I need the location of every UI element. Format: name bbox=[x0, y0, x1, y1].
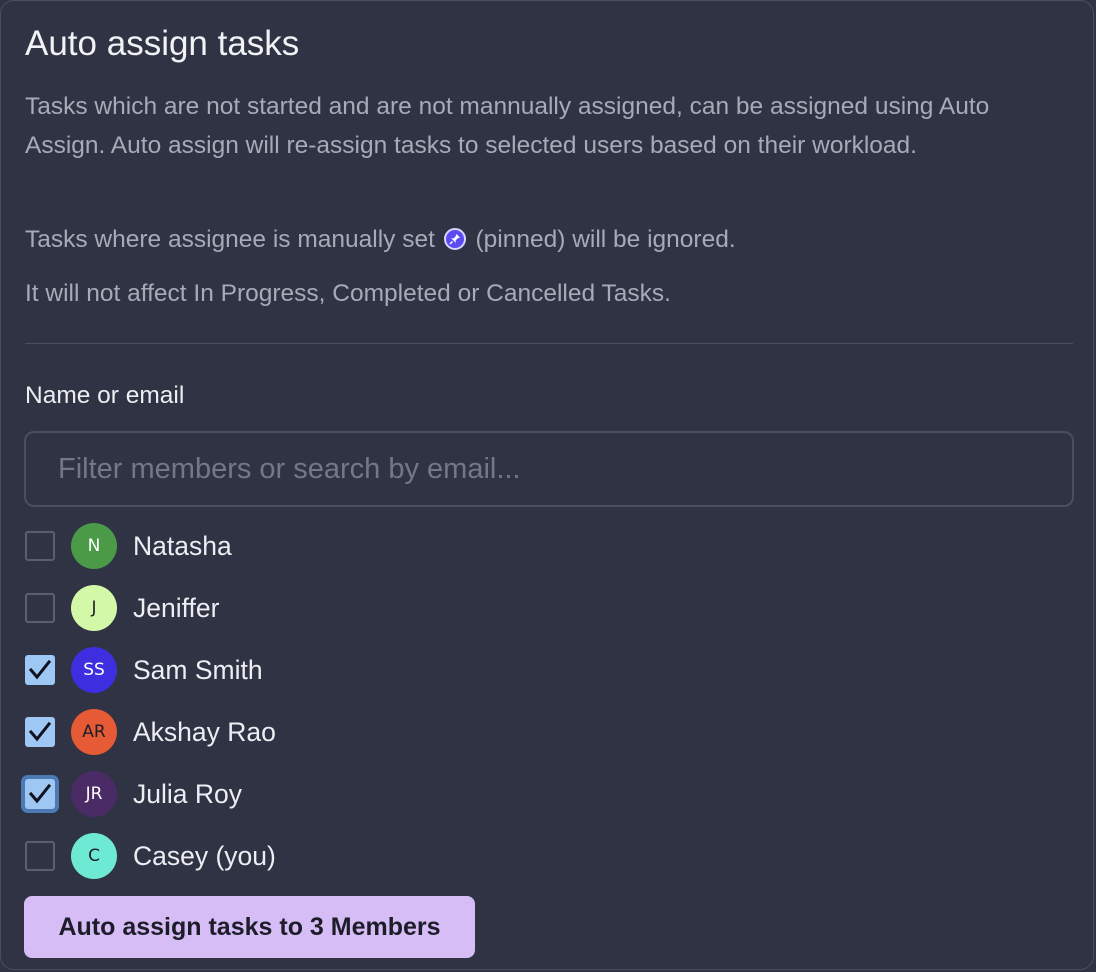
member-search-input[interactable] bbox=[26, 433, 1072, 505]
panel-title: Auto assign tasks bbox=[25, 24, 300, 63]
member-checkbox[interactable] bbox=[25, 841, 55, 871]
auto-assign-button[interactable]: Auto assign tasks to 3 Members bbox=[24, 896, 475, 958]
pin-icon bbox=[443, 228, 466, 250]
member-item-casey[interactable]: C Casey (you) bbox=[24, 832, 524, 880]
avatar: SS bbox=[71, 647, 117, 693]
avatar-initials: C bbox=[88, 846, 100, 866]
pinned-note-after: (pinned) will be ignored. bbox=[475, 226, 736, 253]
member-name: Casey (you) bbox=[133, 841, 276, 871]
member-item-julia-roy[interactable]: JR Julia Roy bbox=[24, 770, 524, 818]
pinned-note-before: Tasks where assignee is manually set bbox=[25, 226, 435, 253]
filter-field bbox=[24, 431, 1074, 507]
avatar: J bbox=[71, 585, 117, 631]
avatar-initials: JR bbox=[85, 784, 103, 804]
member-checkbox[interactable] bbox=[25, 593, 55, 623]
checkmark-icon bbox=[28, 783, 52, 804]
avatar-initials: N bbox=[87, 536, 101, 556]
description-text: Tasks which are not started and are not … bbox=[25, 93, 990, 159]
member-name: Akshay Rao bbox=[133, 717, 276, 747]
member-item-natasha[interactable]: N Natasha bbox=[24, 522, 524, 570]
filter-label: Name or email bbox=[25, 382, 185, 409]
avatar: JR bbox=[71, 771, 117, 817]
avatar-initials: SS bbox=[83, 660, 105, 680]
member-item-sam-smith[interactable]: SS Sam Smith bbox=[24, 646, 524, 694]
avatar-initials: J bbox=[91, 598, 97, 618]
pinned-note: Tasks where assignee is manually set (pi… bbox=[25, 220, 1065, 259]
scope-note: It will not affect In Progress, Complete… bbox=[25, 280, 671, 307]
checkmark-icon bbox=[28, 659, 52, 680]
member-name: Julia Roy bbox=[133, 779, 242, 809]
divider bbox=[25, 343, 1073, 344]
avatar: AR bbox=[71, 709, 117, 755]
member-checkbox[interactable] bbox=[25, 779, 55, 809]
member-item-jeniffer[interactable]: J Jeniffer bbox=[24, 584, 524, 632]
avatar: C bbox=[71, 833, 117, 879]
member-name: Natasha bbox=[133, 531, 232, 561]
member-checkbox[interactable] bbox=[25, 717, 55, 747]
member-checkbox[interactable] bbox=[25, 531, 55, 561]
auto-assign-panel: Auto assign tasks Tasks which are not st… bbox=[0, 0, 1094, 970]
member-item-akshay-rao[interactable]: AR Akshay Rao bbox=[24, 708, 524, 756]
checkmark-icon bbox=[28, 721, 52, 742]
member-checkbox[interactable] bbox=[25, 655, 55, 685]
avatar: N bbox=[71, 523, 117, 569]
member-name: Sam Smith bbox=[133, 655, 263, 685]
member-name: Jeniffer bbox=[133, 593, 220, 623]
avatar-initials: AR bbox=[82, 722, 106, 742]
